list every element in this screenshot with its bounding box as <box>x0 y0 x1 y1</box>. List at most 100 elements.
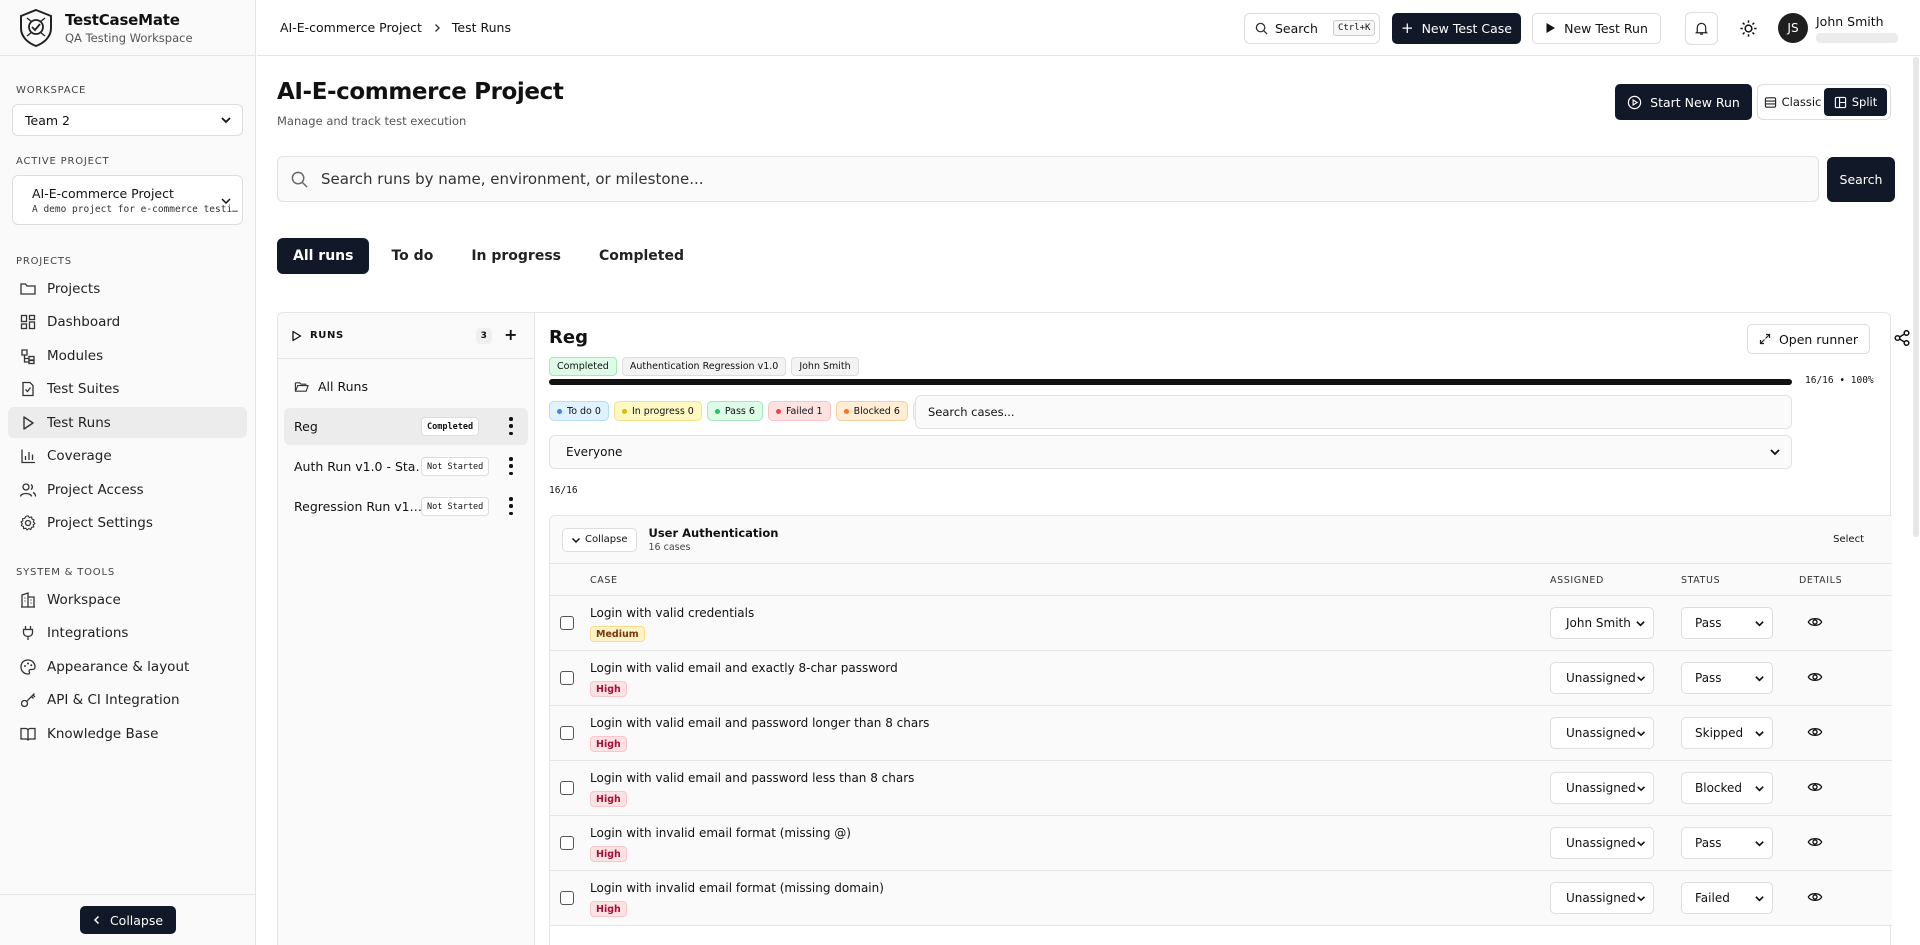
run-item[interactable]: Regression Run v1.… Not Started <box>284 488 528 525</box>
view-classic-option[interactable]: Classic <box>1761 88 1824 116</box>
assignee-select[interactable]: Unassigned <box>1550 827 1654 859</box>
status-count-pill[interactable]: Blocked 6 <box>835 401 908 421</box>
nav-label: Projects <box>47 280 101 297</box>
nav-project-access[interactable]: Project Access <box>8 474 247 505</box>
nav-knowledge-base[interactable]: Knowledge Base <box>8 718 247 749</box>
run-more-icon[interactable] <box>509 457 513 475</box>
run-status-badge: Completed <box>421 417 480 436</box>
status-select[interactable]: Skipped <box>1681 717 1773 749</box>
runs-search-button[interactable]: Search <box>1827 157 1895 202</box>
tab-completed[interactable]: Completed <box>583 238 700 274</box>
status-count-pill[interactable]: Pass 6 <box>706 401 763 421</box>
nav-workspace[interactable]: Workspace <box>8 584 247 615</box>
status-select[interactable]: Blocked <box>1681 772 1773 804</box>
status-select[interactable]: Pass <box>1681 827 1773 859</box>
search-icon <box>291 171 308 188</box>
theme-toggle-button[interactable] <box>1732 12 1765 45</box>
nav-label: Appearance & layout <box>47 658 190 675</box>
breadcrumb-project[interactable]: AI-E-commerce Project <box>280 20 422 35</box>
scrollbar-thumb[interactable] <box>1913 57 1919 537</box>
row-checkbox[interactable] <box>560 781 574 795</box>
assignee-select[interactable]: Unassigned <box>1550 772 1654 804</box>
nav-coverage[interactable]: Coverage <box>8 441 247 472</box>
table-row: Login with valid email and exactly 8-cha… <box>550 651 1892 706</box>
nav-project-settings[interactable]: Project Settings <box>8 508 247 539</box>
case-title[interactable]: Login with invalid email format (missing… <box>590 881 884 895</box>
page-scrollbar[interactable] <box>1912 57 1920 945</box>
chevron-down-icon <box>571 537 581 543</box>
chevron-down-icon <box>1636 785 1645 791</box>
eye-icon[interactable] <box>1807 669 1823 685</box>
case-title[interactable]: Login with valid email and password long… <box>590 716 929 730</box>
assignee-select[interactable]: Unassigned <box>1550 717 1654 749</box>
eye-icon[interactable] <box>1807 724 1823 740</box>
nav-label: Coverage <box>47 448 112 464</box>
run-item[interactable]: Auth Run v1.0 - Sta… Not Started <box>284 448 528 485</box>
all-runs-item[interactable]: All Runs <box>284 368 528 405</box>
status-count-label: Blocked 6 <box>853 405 900 417</box>
eye-icon[interactable] <box>1807 889 1823 905</box>
run-more-icon[interactable] <box>509 417 513 435</box>
row-checkbox[interactable] <box>560 891 574 905</box>
tab-in-progress[interactable]: In progress <box>455 238 577 274</box>
run-item[interactable]: Reg Completed <box>284 408 528 445</box>
nav-appearance[interactable]: Appearance & layout <box>8 651 247 682</box>
open-runner-button[interactable]: Open runner <box>1747 324 1870 354</box>
users-icon <box>19 482 37 497</box>
nav-dashboard[interactable]: Dashboard <box>8 307 247 338</box>
run-more-icon[interactable] <box>509 497 513 515</box>
eye-icon[interactable] <box>1807 614 1823 630</box>
assignee-filter-select[interactable]: Everyone <box>549 435 1792 469</box>
chevron-down-icon <box>1755 620 1764 627</box>
new-test-run-button[interactable]: New Test Run <box>1532 12 1661 44</box>
row-checkbox[interactable] <box>560 616 574 630</box>
add-run-icon[interactable]: + <box>504 325 518 344</box>
row-checkbox[interactable] <box>560 726 574 740</box>
status-select[interactable]: Pass <box>1681 607 1773 639</box>
status-select[interactable]: Failed <box>1681 882 1773 914</box>
assignee-select[interactable]: Unassigned <box>1550 662 1654 694</box>
workspace-select[interactable]: Team 2 <box>12 104 243 136</box>
status-select[interactable]: Pass <box>1681 662 1773 694</box>
status-count-pill[interactable]: In progress 0 <box>613 401 702 421</box>
plus-icon: + <box>1401 18 1414 37</box>
case-search-input[interactable]: Search cases... <box>915 395 1792 429</box>
group-select-button[interactable]: Select <box>1833 534 1864 545</box>
user-menu[interactable]: JS John Smith <box>1778 13 1898 43</box>
nav-api-ci[interactable]: API & CI Integration <box>8 685 247 716</box>
tab-to-do[interactable]: To do <box>375 238 449 274</box>
nav-test-runs[interactable]: Test Runs <box>8 407 247 438</box>
share-icon[interactable] <box>1893 329 1911 347</box>
nav-integrations[interactable]: Integrations <box>8 618 247 649</box>
assignee-select[interactable]: Unassigned <box>1550 882 1654 914</box>
collapse-sidebar-button[interactable]: Collapse <box>79 906 176 934</box>
start-new-run-button[interactable]: Start New Run <box>1615 84 1752 120</box>
building-icon <box>21 591 35 608</box>
global-search-button[interactable]: Search Ctrl+K <box>1244 12 1380 44</box>
eye-icon[interactable] <box>1807 779 1823 795</box>
active-project-select[interactable]: AI-E-commerce Project A demo project for… <box>12 175 243 225</box>
nav-test-suites[interactable]: Test Suites <box>8 374 247 405</box>
assignee-select[interactable]: John Smith <box>1550 607 1654 639</box>
status-count-pill[interactable]: Failed 1 <box>767 401 831 421</box>
eye-icon[interactable] <box>1807 834 1823 850</box>
view-split-option[interactable]: Split <box>1824 88 1887 116</box>
new-test-case-button[interactable]: + New Test Case <box>1392 12 1521 44</box>
group-collapse-button[interactable]: Collapse <box>562 527 637 552</box>
case-title[interactable]: Login with valid email and password less… <box>590 771 914 785</box>
case-title[interactable]: Login with invalid email format (missing… <box>590 826 851 840</box>
nav-projects[interactable]: Projects <box>8 273 247 304</box>
status-count-pill[interactable]: To do 0 <box>549 401 609 421</box>
runs-search-input[interactable]: Search runs by name, environment, or mil… <box>277 156 1819 202</box>
active-project-description: A demo project for e-commerce testi… <box>32 203 238 215</box>
case-title[interactable]: Login with valid credentials <box>590 606 754 620</box>
case-title[interactable]: Login with valid email and exactly 8-cha… <box>590 661 898 675</box>
notifications-button[interactable] <box>1685 11 1718 45</box>
row-checkbox[interactable] <box>560 836 574 850</box>
row-checkbox[interactable] <box>560 671 574 685</box>
nav-modules[interactable]: Modules <box>8 340 247 371</box>
workspace-label: WORKSPACE <box>16 85 87 96</box>
tab-all-runs[interactable]: All runs <box>277 238 370 274</box>
new-test-run-label: New Test Run <box>1564 20 1648 36</box>
book-icon <box>20 727 36 741</box>
